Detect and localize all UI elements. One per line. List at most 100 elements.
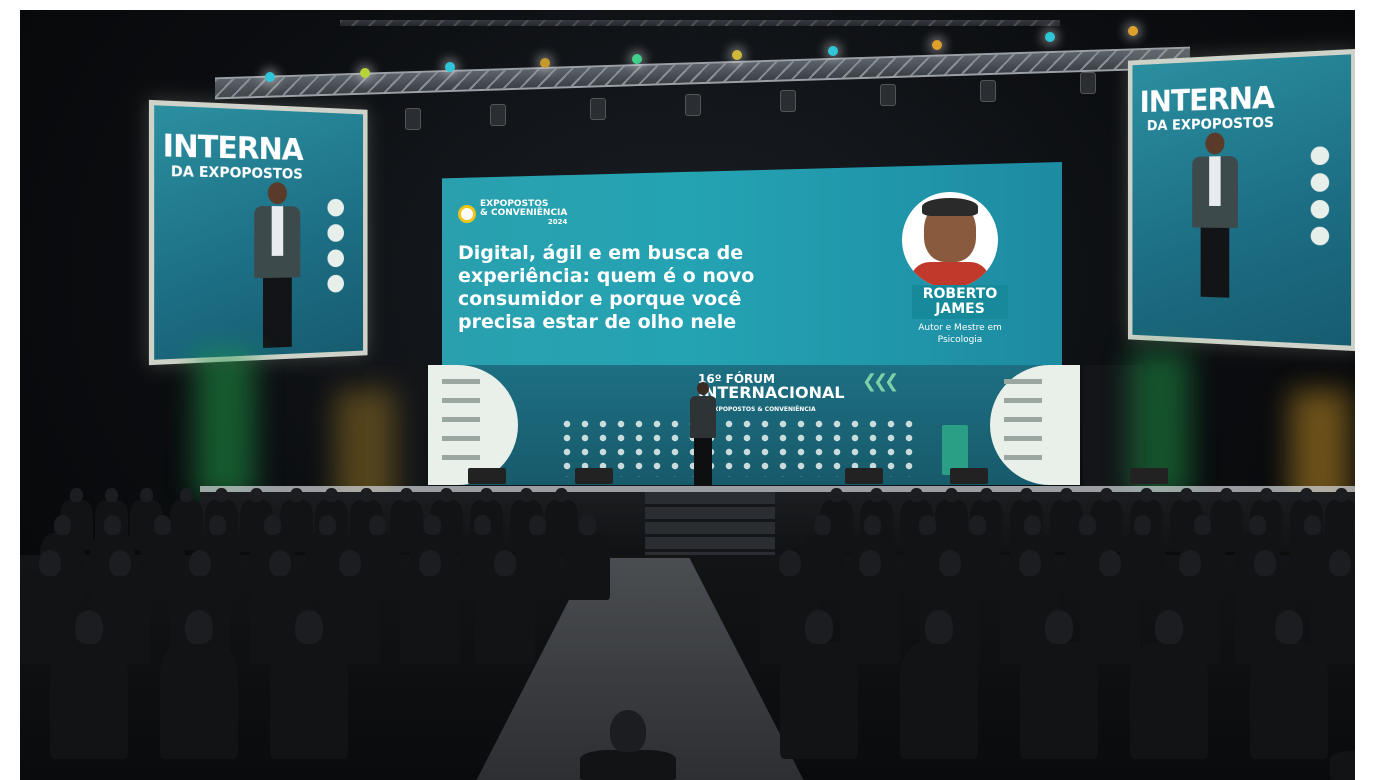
audience-member-head [1134,515,1151,535]
forum-title: 16º FÓRUM INTERNACIONAL DA EXPOPOSTOS & … [698,373,845,416]
stage-stairs [645,492,775,562]
left-side-screen: INTERNA DA EXPOPOSTOS [148,99,368,366]
audience-member-head [520,488,533,503]
audience-member-head [1140,488,1153,503]
audience-member-head [610,710,646,752]
audience-member-head [104,515,121,535]
audience-member-head [180,488,193,503]
audience-member-head [1099,550,1121,576]
audience-member-head [294,610,324,644]
stage-light [540,58,550,68]
expopostos-logo: EXPOPOSTOS & CONVENIÊNCIA 2024 [458,200,567,227]
light-fixture [405,108,421,130]
audience-member-head [105,488,118,503]
audience-member-head [1194,515,1211,535]
stage-light [732,50,742,60]
audience-member-head [529,515,546,535]
audience-member-head [1079,515,1096,535]
audience-member-body [50,641,128,759]
light-fixture [685,94,701,116]
stage-monitor [468,468,506,484]
expopostos-logo-icon [458,205,476,223]
audience-member-body [565,532,610,600]
audience-member-head [1300,488,1313,503]
speaker-name: ROBERTO JAMES [912,285,1008,319]
event-photo: INTERNA DA EXPOPOSTOS INTERNA DA EXPOPOS… [20,10,1355,780]
audience-member-head [74,610,104,644]
audience-member-body [1130,641,1208,759]
audience-member-head [945,488,958,503]
audience-member-head [184,610,214,644]
audience-member-head [189,550,211,576]
stage-light [1128,26,1138,36]
audience-member-head [54,515,71,535]
audience-member-head [804,610,834,644]
stage-light [828,46,838,56]
light-fixture [980,80,996,102]
audience-member-head [1044,610,1074,644]
audience-member-head [140,488,153,503]
stage-monitor [1130,468,1168,484]
audience-member-head [1220,488,1233,503]
stage-light [445,62,455,72]
sponsor-panel-right [990,365,1080,485]
audience-member-head [1260,488,1273,503]
ceiling-truss-upper [340,20,1060,26]
audience-member-head [980,488,993,503]
audience-member-head [369,515,386,535]
audience-member-head [1154,610,1184,644]
audience-member-head [555,488,568,503]
logo-line2: & CONVENIÊNCIA [480,208,568,218]
right-side-screen-display: INTERNA DA EXPOPOSTOS [1132,54,1352,346]
left-screen-logos [315,191,355,301]
audience-member-head [859,550,881,576]
stage-light [265,72,275,82]
speaker-on-right-screen [1190,132,1240,302]
talk-headline: Digital, ágil e em busca de experiência:… [458,242,755,333]
audience-member-body [1020,641,1098,759]
audience-member-head [830,488,843,503]
audience-member-head [1335,488,1348,503]
logo-year: 2024 [547,218,568,226]
sponsor-panel-left [428,365,518,485]
audience-member-body [400,574,460,664]
audience-member-head [250,488,263,503]
audience-member-head [494,550,516,576]
stage-light [1045,32,1055,42]
audience-member-body [160,641,238,759]
light-fixture [1080,72,1096,94]
audience-member-head [109,550,131,576]
audience-member-body [475,574,535,664]
audience-member-body [270,641,348,759]
audience-member-head [70,488,83,503]
left-screen-subtitle: DA EXPOPOSTOS [170,163,303,183]
audience-member-head [939,550,961,576]
audience-member-head [325,488,338,503]
audience-member-head [360,488,373,503]
audience-member-head [814,515,831,535]
audience-member-body [1250,641,1328,759]
audience-member-head [264,515,281,535]
stage-light [632,54,642,64]
light-fixture [590,98,606,120]
audience-member-head [1020,488,1033,503]
audience-member-head [269,550,291,576]
audience-member-head [419,550,441,576]
audience-member-body [1330,749,1355,780]
chevron-arrows-icon: ❮❮❮ [862,371,899,392]
right-screen-logos [1297,138,1342,254]
audience-member-head [440,488,453,503]
audience-member-head [339,550,361,576]
right-side-screen: INTERNA DA EXPOPOSTOS [1127,48,1355,352]
audience-member-head [39,550,61,576]
presenter-on-stage [688,382,718,492]
speaker-portrait [890,192,1010,292]
stage-light [932,40,942,50]
audience-member-head [1019,550,1041,576]
left-screen-title: INTERNA [162,128,303,168]
main-presentation-screen: EXPOPOSTOS & CONVENIÊNCIA 2024 Digital, … [442,162,1062,367]
audience-member-head [910,488,923,503]
audience-member-head [1179,550,1201,576]
audience-member-head [1100,488,1113,503]
audience-member-head [474,515,491,535]
